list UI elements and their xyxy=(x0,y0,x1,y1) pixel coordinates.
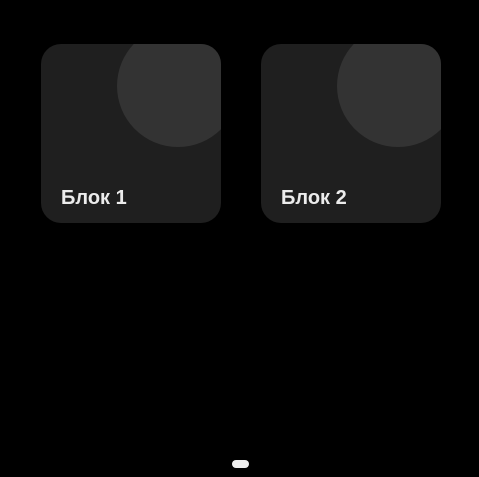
block-card-2[interactable]: Блок 2 xyxy=(261,44,441,223)
block-card-1[interactable]: Блок 1 xyxy=(41,44,221,223)
block-label: Блок 1 xyxy=(61,187,127,209)
block-label: Блок 2 xyxy=(281,187,347,209)
page-indicator[interactable] xyxy=(232,460,249,468)
decorative-circle xyxy=(117,44,221,147)
decorative-circle xyxy=(337,44,441,147)
